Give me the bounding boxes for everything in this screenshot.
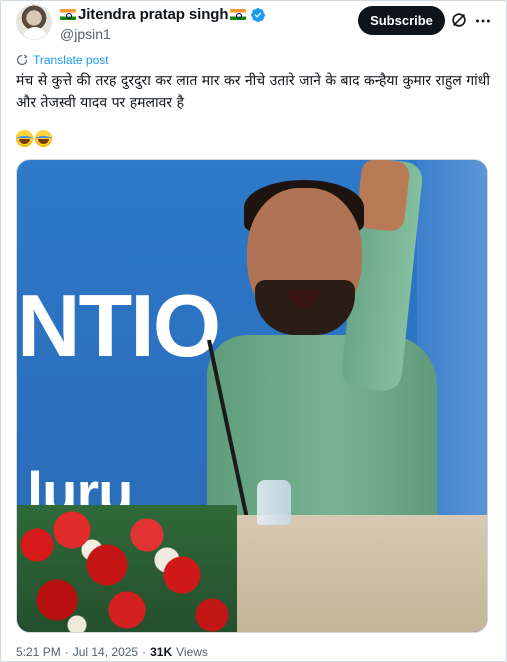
views-count[interactable]: 31K xyxy=(150,645,172,659)
avatar[interactable] xyxy=(16,4,52,40)
translate-post-link[interactable]: Translate post xyxy=(16,53,109,67)
post-header: Jitendra pratap singh @jpsin1 Subscribe xyxy=(16,4,491,44)
india-flag-icon xyxy=(60,9,76,20)
meta-separator: · xyxy=(142,645,147,659)
water-bottle xyxy=(257,480,291,525)
meta-separator: · xyxy=(64,645,69,659)
verified-badge-icon[interactable] xyxy=(250,7,266,23)
face-with-tears-of-joy-icon xyxy=(16,130,33,147)
podium xyxy=(217,515,487,632)
display-name[interactable]: Jitendra pratap singh xyxy=(78,6,229,23)
post-text: मंच से कुत्ते की तरह दुरदुरा कर लात मार … xyxy=(16,73,490,111)
views-label: Views xyxy=(176,645,208,659)
post-meta: 5:21 PM · Jul 14, 2025 · 31K Views xyxy=(16,645,208,659)
author-handle[interactable]: @jpsin1 xyxy=(60,26,111,42)
india-flag-icon xyxy=(230,9,247,20)
author-name-line[interactable]: Jitendra pratap singh xyxy=(60,6,266,23)
more-icon[interactable] xyxy=(473,11,493,31)
grok-icon[interactable] xyxy=(450,11,468,29)
post-time[interactable]: 5:21 PM xyxy=(16,645,61,659)
flower-arrangement xyxy=(17,505,237,632)
post-date[interactable]: Jul 14, 2025 xyxy=(73,645,138,659)
translate-icon xyxy=(16,54,28,66)
subscribe-button[interactable]: Subscribe xyxy=(358,6,445,35)
translate-post-label[interactable]: Translate post xyxy=(33,53,109,67)
face-with-tears-of-joy-icon xyxy=(35,130,52,147)
emoji-line xyxy=(16,130,52,147)
post-media[interactable]: NTIO luru xyxy=(16,159,488,633)
